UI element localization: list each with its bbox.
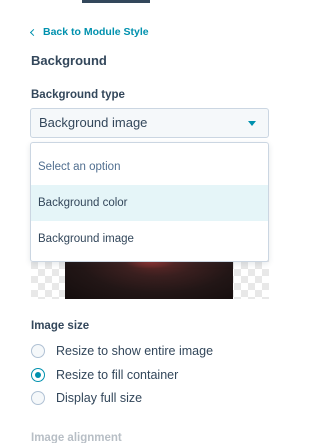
radio-option-fill-container[interactable]: Resize to fill container (31, 368, 178, 382)
radio-label: Resize to fill container (56, 368, 179, 382)
radio-label: Display full size (56, 391, 143, 405)
radio-label: Resize to show entire image (56, 344, 214, 358)
background-type-dropdown-menu: Select an option Background color Backgr… (30, 142, 269, 262)
dropdown-option-select[interactable]: Select an option (31, 143, 268, 185)
radio-button-checked[interactable] (31, 368, 45, 382)
background-type-select[interactable]: Background image (30, 108, 269, 138)
caret-down-icon (248, 121, 256, 126)
chevron-left-icon (29, 28, 38, 37)
background-type-selected-value: Background image (39, 115, 148, 130)
section-title: Background (31, 53, 107, 68)
dropdown-option-background-color[interactable]: Background color (31, 185, 268, 221)
radio-button[interactable] (31, 344, 45, 358)
active-tab-indicator (82, 0, 150, 3)
back-link-label: Back to Module Style (43, 26, 149, 38)
radio-option-show-entire-image[interactable]: Resize to show entire image (31, 344, 213, 358)
image-alignment-label: Image alignment (31, 432, 122, 443)
radio-button[interactable] (31, 391, 45, 405)
back-to-module-style-link[interactable]: Back to Module Style (29, 26, 149, 38)
dropdown-option-background-image[interactable]: Background image (31, 221, 268, 257)
background-type-label: Background type (31, 89, 125, 101)
image-size-label: Image size (31, 320, 90, 332)
radio-option-full-size[interactable]: Display full size (31, 391, 142, 405)
